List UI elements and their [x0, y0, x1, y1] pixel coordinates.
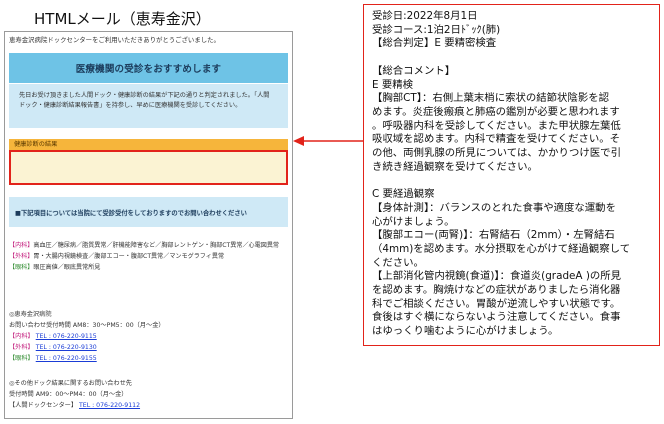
arrow-icon: [293, 136, 363, 146]
contact-dept: 【外科】: [9, 344, 34, 351]
other-hours: 受付時間 AM9：00〜PM4：00（月〜金）: [9, 391, 128, 398]
recommendation-title: 医療機関の受診をおすすめします: [75, 64, 222, 75]
callout-line: [372, 51, 651, 65]
callout-line: 心がけましょう。: [372, 215, 455, 228]
contact-title: ◎恵寿金沢病院: [9, 311, 52, 318]
callout-line: 吸収域を認めます。内科で精査を受けてください。そ: [372, 133, 621, 146]
contact-row: 【内科】 TEL : 076-220-9115: [9, 331, 165, 342]
result-header: 健康診断の結果: [9, 139, 288, 150]
result-content-box[interactable]: [9, 150, 288, 185]
dept-label: 【外科】: [9, 253, 34, 260]
callout-line: 科でご相談ください。胃酸が逆流しやすい状態です。: [372, 297, 621, 310]
contact-row: 【眼科】 TEL : 076-220-9155: [9, 353, 165, 364]
list-item: 【外科】胃・大腸内視鏡検査／腹部エコー・腹部CT異常／マンモグラフィ異常: [9, 251, 279, 262]
callout-line: 【総合判定】E 要精密検査: [372, 37, 497, 50]
dept-label: 【眼科】: [9, 264, 34, 271]
contact-dept: 【人間ドックセンター】: [9, 402, 78, 409]
result-detail-callout: 受診日:2022年8月1日 受診コース:1泊2日ﾄﾞｯｸ(肺) 【総合判定】E 要精…: [363, 4, 660, 346]
callout-line: 受診日:2022年8月1日: [372, 10, 478, 22]
recommendation-line-1: 先日お受け頂きました人間ドック・健康診断の結果が下記の通りと判定されました。「人…: [19, 92, 270, 99]
callout-line: [372, 174, 651, 188]
callout-line: 食後はすぐ横にならないよう注意してください。食事: [372, 311, 621, 324]
callout-line: 【胸部CT】：右側上葉末梢に索状の結節状陰影を認: [372, 92, 609, 105]
list-item: 【眼科】眼圧高値／眼底異常所見: [9, 262, 279, 273]
tel-link[interactable]: TEL : 076-220-9155: [36, 355, 97, 362]
callout-line: を認めます。胸焼けなどの症状がありましたら消化器: [372, 284, 621, 297]
notice-text: ■下記項目については当院にて受診受付をしておりますのでお問い合わせください: [15, 209, 247, 217]
callout-line: E 要精検: [372, 78, 414, 91]
dept-items: 高血圧／糖尿病／脂質異常／肝機能障害など／胸部レントゲン・胸部CT異常／心電図異…: [33, 242, 280, 249]
contact-dept: 【内科】: [9, 333, 34, 340]
callout-line: ください。: [372, 256, 424, 269]
department-list: 【内科】高血圧／糖尿病／脂質異常／肝機能障害など／胸部レントゲン・胸部CT異常／…: [9, 240, 279, 273]
intro-text: 恵寿金沢病院ドックセンターをご利用いただきありがとうございました。: [9, 36, 220, 44]
dept-label: 【内科】: [9, 242, 34, 249]
other-contact: ◎その他ドック結果に関するお問い合わせ先 受付時間 AM9：00〜PM4：00（…: [9, 378, 140, 411]
recommendation-line-2: ドック・健康診断結果報告書」を持参し、早めに医療機関を受診してください。: [19, 102, 242, 109]
callout-line: 【身体計測】：バランスのとれた食事や適度な運動を: [372, 201, 616, 214]
contact-row: 【外科】 TEL : 076-220-9130: [9, 342, 165, 353]
notice-bar: ■下記項目については当院にて受診受付をしておりますのでお問い合わせください: [9, 197, 288, 227]
recommendation-body: 先日お受け頂きました人間ドック・健康診断の結果が下記の通りと判定されました。「人…: [9, 84, 288, 128]
tel-link[interactable]: TEL : 076-220-9130: [36, 344, 97, 351]
callout-line: き続き経過観察を受けてください。: [372, 160, 538, 173]
callout-line: めます。炎症後瘢痕と肺癌の鑑別が必要と思われます: [372, 105, 620, 118]
tel-link[interactable]: TEL : 076-220-9112: [79, 402, 140, 409]
tel-link[interactable]: TEL : 076-220-9115: [36, 333, 97, 340]
contact-dept: 【眼科】: [9, 355, 34, 362]
callout-line: 受診コース:1泊2日ﾄﾞｯｸ(肺): [372, 23, 501, 36]
dept-items: 眼圧高値／眼底異常所見: [33, 264, 101, 271]
dept-items: 胃・大腸内視鏡検査／腹部エコー・腹部CT異常／マンモグラフィ異常: [33, 253, 225, 260]
other-title: ◎その他ドック結果に関するお問い合わせ先: [9, 380, 132, 387]
callout-line: はゆっくり噛むように心がけましょう。: [372, 325, 559, 338]
callout-line: 【腹部エコー(両腎)】：右腎結石（2mm）・左腎結石: [372, 229, 615, 242]
callout-line: C 要経過観察: [372, 188, 435, 201]
email-preview: 恵寿金沢病院ドックセンターをご利用いただきありがとうございました。 医療機関の受…: [4, 31, 293, 419]
list-item: 【内科】高血圧／糖尿病／脂質異常／肝機能障害など／胸部レントゲン・胸部CT異常／…: [9, 240, 279, 251]
page-title: HTMLメール（恵寿金沢）: [34, 10, 211, 28]
callout-line: （4mm)を認めます。水分摂取を心がけて経過観察して: [372, 242, 631, 255]
callout-line: の他、両側乳腺の所見については、かかりつけ医で引: [372, 147, 621, 160]
callout-line: 【総合コメント】: [372, 64, 456, 77]
recommendation-banner: 医療機関の受診をおすすめします: [9, 53, 288, 83]
hospital-contact: ◎恵寿金沢病院 お問い合わせ受付時間 AM8：30〜PM5：00（月〜金） 【内…: [9, 309, 165, 364]
callout-line: 【上部消化管内視鏡(食道)】：食道炎(gradeA )の所見: [372, 270, 622, 283]
callout-line: 。呼吸器内科を受診してください。また甲状腺左葉低: [372, 119, 621, 132]
contact-hours: お問い合わせ受付時間 AM8：30〜PM5：00（月〜金）: [9, 322, 165, 329]
contact-row: 【人間ドックセンター】 TEL : 076-220-9112: [9, 400, 140, 411]
